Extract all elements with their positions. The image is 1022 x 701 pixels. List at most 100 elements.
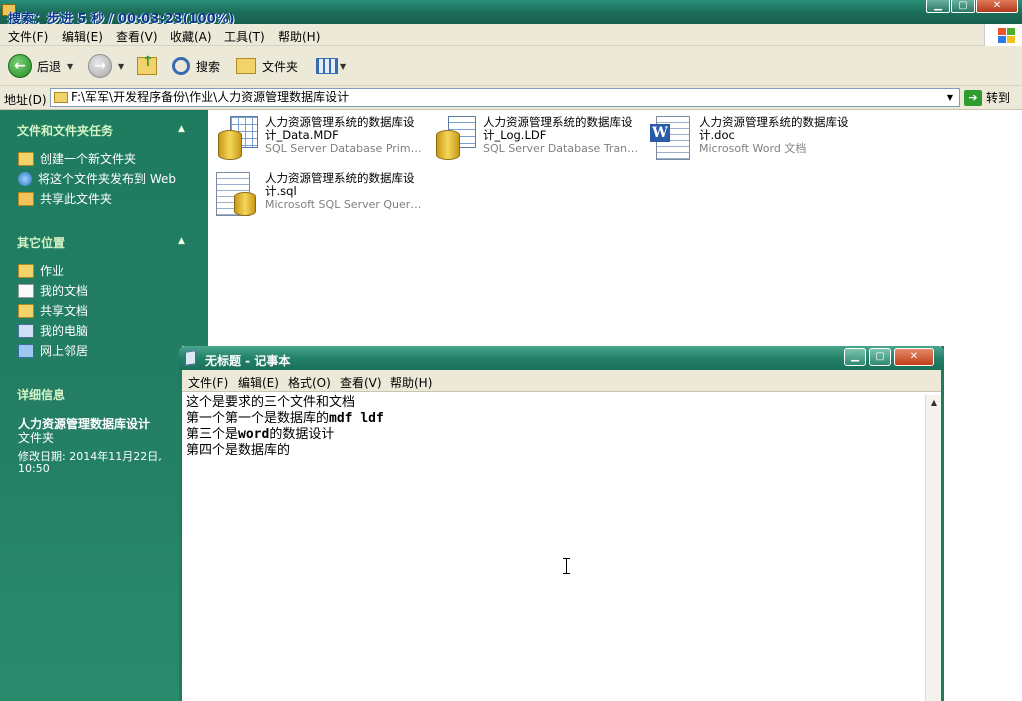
place-network[interactable]: 网上邻居 (18, 342, 88, 359)
file-item-ldf[interactable]: 人力资源管理系统的数据库设 计_Log.LDF SQL Server Datab… (434, 116, 643, 162)
notepad-window: 无标题 - 记事本 ▁ ▢ ✕ 文件(F) 编辑(E) 格式(O) 查看(V) … (179, 346, 944, 701)
globe-icon (18, 171, 32, 186)
notepad-text-area[interactable]: 这个是要求的三个文件和文档 第一个第一个是数据库的mdf ldf 第三个是wor… (186, 395, 926, 701)
my-documents-icon (18, 283, 34, 298)
file-name: 计.doc (699, 128, 735, 142)
menu-file[interactable]: 文件(F) (188, 374, 228, 391)
share-folder-icon (18, 191, 34, 206)
other-places-header[interactable]: 其它位置 (17, 234, 65, 251)
network-icon (18, 343, 34, 358)
place-label: 作业 (40, 264, 65, 278)
up-folder-icon: ↑ (137, 54, 157, 75)
chevron-down-icon[interactable]: ▼ (67, 62, 73, 71)
minimize-button[interactable]: ▁ (926, 0, 950, 13)
maximize-button[interactable]: ▢ (869, 348, 891, 366)
sql-database-icon (216, 116, 260, 162)
place-my-computer[interactable]: 我的电脑 (18, 322, 88, 339)
search-label: 搜索 (196, 59, 221, 74)
menu-view[interactable]: 查看(V) (340, 374, 382, 391)
close-button[interactable]: ✕ (894, 348, 934, 366)
menu-help[interactable]: 帮助(H) (278, 28, 320, 45)
notepad-title-bar: 无标题 - 记事本 ▁ ▢ ✕ (179, 346, 944, 370)
folder-icon (54, 92, 68, 103)
file-tasks-header[interactable]: 文件和文件夹任务 (17, 122, 113, 139)
menu-help[interactable]: 帮助(H) (390, 374, 432, 391)
task-publish-web[interactable]: 将这个文件夹发布到 Web (18, 170, 176, 187)
place-homework[interactable]: 作业 (18, 262, 64, 279)
go-arrow-icon: ➔ (964, 89, 982, 106)
file-item-sql[interactable]: 人力资源管理系统的数据库设 计.sql Microsoft SQL Server… (216, 172, 425, 218)
explorer-title-bar: 搜索：步进 5 秒 / 00:03:23(100%) ▁ ▢ ✕ (0, 0, 1022, 27)
folder-icon (18, 263, 34, 278)
details-modified-time: 10:50 (18, 462, 50, 475)
folders-label: 文件夹 (262, 59, 299, 74)
notepad-icon (185, 350, 196, 366)
task-share-folder[interactable]: 共享此文件夹 (18, 190, 112, 207)
menu-format[interactable]: 格式(O) (288, 374, 331, 391)
task-new-folder[interactable]: 创建一个新文件夹 (18, 150, 136, 167)
shared-folder-icon (18, 303, 34, 318)
maximize-button[interactable]: ▢ (951, 0, 975, 13)
details-header[interactable]: 详细信息 (17, 386, 65, 403)
text-cursor-icon (563, 558, 572, 574)
menu-tools[interactable]: 工具(T) (224, 28, 265, 45)
text-line: 第一个第一个是数据库的mdf ldf (186, 411, 384, 426)
place-shared-documents[interactable]: 共享文档 (18, 302, 88, 319)
file-type: Microsoft SQL Server Query File (265, 198, 425, 211)
place-label: 共享文档 (40, 304, 89, 318)
task-label: 创建一个新文件夹 (40, 152, 137, 166)
address-bar: 地址(D) F:\军军\开发程序备份\作业\人力资源管理数据库设计 ▼ ➔ 转到 (0, 86, 1022, 110)
sql-query-icon (216, 172, 260, 218)
go-label: 转到 (986, 91, 1011, 105)
back-button[interactable]: ← 后退 ▼ (8, 53, 73, 79)
back-label: 后退 (37, 59, 62, 74)
file-name: 计_Data.MDF (265, 128, 339, 142)
back-arrow-icon: ← (8, 54, 32, 78)
menu-favorites[interactable]: 收藏(A) (170, 28, 212, 45)
file-type: Microsoft Word 文档 (699, 142, 807, 155)
views-icon (316, 58, 338, 74)
views-button[interactable]: ▼ (316, 53, 346, 79)
task-label: 将这个文件夹发布到 Web (38, 172, 176, 186)
file-name: 计_Log.LDF (483, 128, 547, 142)
details-kind: 文件夹 (18, 431, 55, 445)
file-type: SQL Server Database Transac... (483, 142, 643, 155)
chevron-down-icon[interactable]: ▼ (943, 90, 957, 105)
vertical-scrollbar[interactable]: ▲ (925, 395, 941, 701)
toolbar: ← 后退 ▼ → ▼ ↑ 搜索 文件夹 ▼ (0, 46, 1022, 86)
go-button[interactable]: ➔ 转到 (964, 88, 1020, 107)
place-my-documents[interactable]: 我的文档 (18, 282, 88, 299)
notepad-title: 无标题 - 记事本 (205, 354, 291, 368)
collapse-icon[interactable]: ▲ (178, 124, 185, 134)
close-button[interactable]: ✕ (976, 0, 1018, 13)
scroll-up-icon[interactable]: ▲ (926, 395, 942, 411)
address-path: F:\军军\开发程序备份\作业\人力资源管理数据库设计 (71, 90, 350, 104)
file-type: SQL Server Database Primary ... (265, 142, 425, 155)
chevron-down-icon[interactable]: ▼ (118, 62, 124, 71)
file-item-mdf[interactable]: 人力资源管理系统的数据库设 计_Data.MDF SQL Server Data… (216, 116, 425, 162)
folders-icon (236, 58, 256, 74)
task-label: 共享此文件夹 (40, 192, 113, 206)
up-folder-button[interactable]: ↑ (137, 53, 157, 79)
forward-button[interactable]: → ▼ (88, 53, 124, 79)
sql-log-icon (434, 116, 478, 162)
folders-button[interactable]: 文件夹 (236, 53, 298, 79)
file-item-doc[interactable]: W 人力资源管理系统的数据库设 计.doc Microsoft Word 文档 (650, 116, 859, 162)
minimize-button[interactable]: ▁ (844, 348, 866, 366)
menu-file[interactable]: 文件(F) (8, 28, 48, 45)
menu-bar: 文件(F) 编辑(E) 查看(V) 收藏(A) 工具(T) 帮助(H) (0, 24, 1022, 46)
search-icon (172, 57, 190, 75)
place-label: 我的电脑 (40, 324, 89, 338)
search-button[interactable]: 搜索 (172, 53, 220, 79)
address-input[interactable]: F:\军军\开发程序备份\作业\人力资源管理数据库设计 ▼ (50, 88, 960, 107)
menu-edit[interactable]: 编辑(E) (238, 374, 279, 391)
place-label: 我的文档 (40, 284, 89, 298)
computer-icon (18, 323, 34, 338)
collapse-icon[interactable]: ▲ (178, 236, 185, 246)
chevron-down-icon: ▼ (340, 61, 347, 71)
address-label: 地址(D) (4, 93, 47, 107)
menu-view[interactable]: 查看(V) (116, 28, 158, 45)
windows-logo-icon (984, 24, 1022, 46)
menu-edit[interactable]: 编辑(E) (62, 28, 103, 45)
new-folder-icon (18, 151, 34, 166)
